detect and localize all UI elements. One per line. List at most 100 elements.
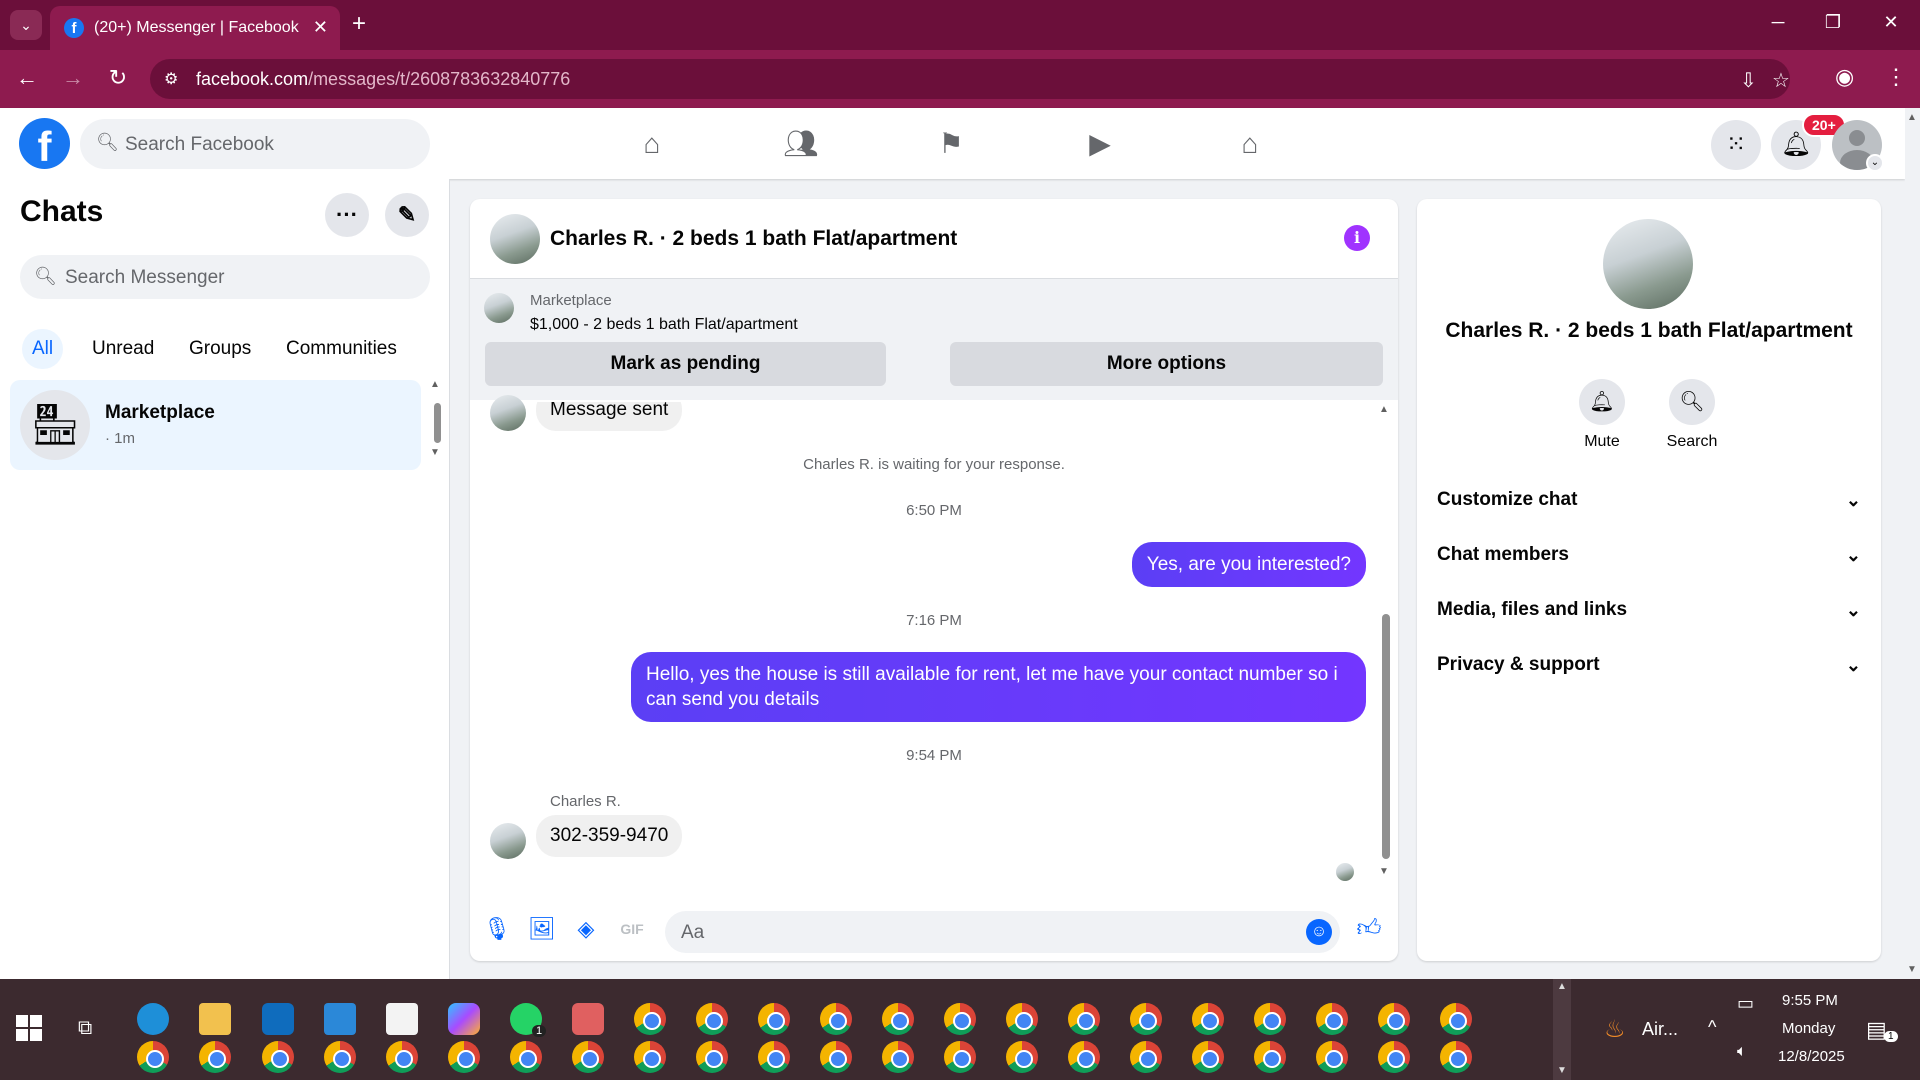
thumbs-up-icon[interactable]: 👍︎ [1355,915,1383,943]
chrome-icon[interactable] [882,1003,914,1035]
windows-start-icon[interactable] [16,1015,42,1041]
pages-flag-icon[interactable]: ⚑ [931,124,971,164]
microsoft-store-icon[interactable] [386,1003,418,1035]
clock-date[interactable]: 12/8/2025 [1778,1048,1845,1065]
chrome-icon[interactable] [324,1041,356,1073]
marketplace-icon[interactable]: ⌂ [1230,124,1270,164]
scroll-up-icon[interactable]: ▲ [1379,404,1389,415]
contact-avatar[interactable] [490,214,540,264]
minimize-button[interactable]: ─ [1763,12,1793,33]
chrome-icon[interactable] [696,1003,728,1035]
restore-button[interactable]: ❐ [1818,12,1848,33]
task-view-icon[interactable]: ⧉ [78,1017,92,1040]
chrome-icon[interactable] [820,1003,852,1035]
microphone-icon[interactable]: 🎙︎ [483,915,511,943]
calendar-icon[interactable] [324,1003,356,1035]
outlook-icon[interactable] [262,1003,294,1035]
chrome-icon[interactable] [758,1041,790,1073]
info-icon[interactable]: i [1344,225,1370,251]
chrome-icon[interactable] [1068,1003,1100,1035]
chrome-icon[interactable] [1316,1003,1348,1035]
profile-icon[interactable]: ◉ [1835,64,1854,90]
back-button[interactable]: ← [12,65,42,91]
clock-time[interactable]: 9:55 PM [1782,992,1838,1009]
edge-icon[interactable] [137,1003,169,1035]
filter-all[interactable]: All [22,329,64,369]
chrome-icon[interactable] [944,1041,976,1073]
clock-day[interactable]: Monday [1782,1020,1835,1037]
home-icon[interactable]: ⌂ [632,124,672,164]
tab-close-icon[interactable]: ✕ [313,17,328,38]
more-options-icon[interactable]: ··· [325,193,369,237]
weather-label[interactable]: Air... [1642,1019,1678,1040]
chrome-icon[interactable] [1316,1041,1348,1073]
chats-scrollbar[interactable]: ▲ ▼ [430,379,444,459]
chrome-icon[interactable] [634,1003,666,1035]
forward-button[interactable]: → [58,65,88,91]
chrome-icon[interactable] [882,1041,914,1073]
mark-as-pending-button[interactable]: Mark as pending [485,342,886,386]
message-incoming[interactable]: 302-359-9470 [536,815,683,857]
photo-attach-icon[interactable]: 🖼︎ [528,915,556,943]
scrollbar-thumb[interactable] [434,403,441,443]
chrome-icon[interactable] [137,1041,169,1073]
page-scrollbar[interactable]: ▲ ▼ [1905,108,1920,978]
message-input[interactable]: Aa ☺ [665,911,1340,953]
network-icon[interactable]: ▭ [1737,993,1754,1014]
new-message-icon[interactable]: ✎ [385,193,429,237]
search-in-chat-button[interactable]: 🔍︎ Search [1652,379,1732,451]
chrome-icon[interactable] [1254,1003,1286,1035]
conversation-item[interactable]: 🏪︎ Marketplace · 1m [10,380,421,470]
message-outgoing[interactable]: Hello, yes the house is still available … [631,652,1366,722]
install-app-icon[interactable]: ⇩ [1740,68,1757,93]
new-tab-button[interactable]: + [352,12,366,36]
message-outgoing[interactable]: Yes, are you interested? [1131,542,1366,587]
facebook-logo-icon[interactable]: f [19,118,70,170]
contact-avatar[interactable] [490,823,526,859]
chrome-icon[interactable] [1192,1041,1224,1073]
sticker-icon[interactable]: ◈ [572,915,600,943]
mute-button[interactable]: 🔔︎ Mute [1562,379,1642,451]
listing-price[interactable]: $1,000 - 2 beds 1 bath Flat/apartment [530,316,798,334]
chat-members-section[interactable]: Chat members ⌄ [1437,535,1861,575]
conversation-title[interactable]: Charles R. · 2 beds 1 bath Flat/apartmen… [550,227,957,251]
chrome-icon[interactable] [386,1041,418,1073]
media-files-links-section[interactable]: Media, files and links ⌄ [1437,590,1861,630]
conversation-scrollbar[interactable]: ▲ ▼ [1379,404,1393,884]
scroll-up-icon[interactable]: ▲ [1557,981,1567,992]
facebook-search[interactable]: 🔍︎ Search Facebook [80,119,430,169]
address-bar[interactable]: ⚙ facebook.com/messages/t/26087836328407… [150,59,1790,99]
chrome-icon[interactable] [1440,1003,1472,1035]
contact-avatar[interactable] [490,395,526,431]
chrome-icon[interactable] [944,1003,976,1035]
reload-button[interactable]: ↻ [103,65,133,91]
video-icon[interactable]: ▶ [1080,124,1120,164]
chrome-icon[interactable] [1440,1041,1472,1073]
chrome-icon[interactable] [572,1041,604,1073]
contact-avatar-large[interactable] [1603,219,1693,309]
emoji-icon[interactable]: ☺ [1306,919,1332,945]
chrome-icon[interactable] [510,1041,542,1073]
weather-icon[interactable]: ♨ [1604,1015,1626,1044]
friends-icon[interactable]: 👥︎ [781,124,821,164]
messenger-search[interactable]: 🔍︎ Search Messenger [20,255,430,299]
gif-icon[interactable]: GIF [618,915,646,943]
bookmark-star-icon[interactable]: ☆ [1772,68,1790,93]
chevron-up-icon[interactable]: ^ [1708,1017,1716,1038]
menu-grid-icon[interactable]: ⁙ [1711,120,1761,170]
scrollbar-thumb[interactable] [1382,614,1390,859]
scroll-up-icon[interactable]: ▲ [1907,112,1917,123]
scroll-down-icon[interactable]: ▼ [1379,866,1389,877]
chrome-icon[interactable] [1192,1003,1224,1035]
chrome-icon[interactable] [1378,1041,1410,1073]
chrome-icon[interactable] [1068,1041,1100,1073]
chrome-icon[interactable] [696,1041,728,1073]
more-options-button[interactable]: More options [950,342,1383,386]
scroll-down-icon[interactable]: ▼ [1907,964,1917,975]
taskbar-scrollbar[interactable]: ▲ ▼ [1553,979,1571,1080]
filter-groups[interactable]: Groups [179,329,261,369]
tab-search-dropdown[interactable]: ⌄ [10,10,42,40]
listing-thumbnail[interactable] [484,293,514,323]
chrome-icon[interactable] [758,1003,790,1035]
chrome-icon[interactable] [448,1041,480,1073]
